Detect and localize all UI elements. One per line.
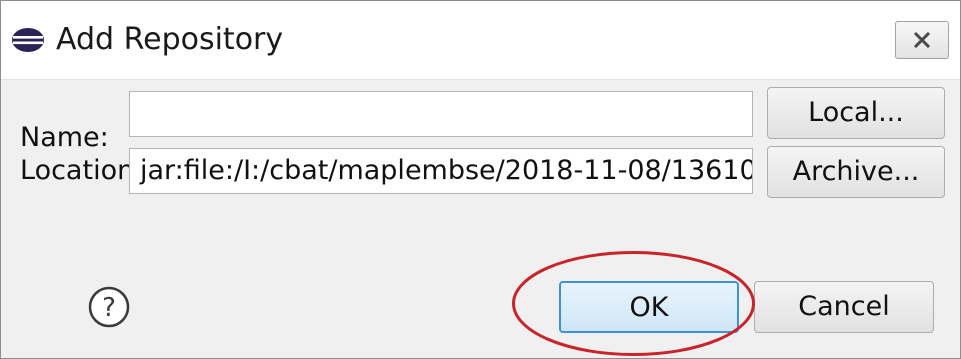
location-input[interactable]: jar:file:/I:/cbat/maplembse/2018-11-08/1… [129,148,753,194]
close-icon [913,32,931,48]
cancel-button[interactable]: Cancel [754,281,934,333]
name-label: Name: [20,122,109,153]
window-title: Add Repository [56,22,284,57]
close-button[interactable] [895,21,949,59]
local-button[interactable]: Local... [767,87,945,139]
eclipse-icon [10,27,46,53]
name-input[interactable] [129,91,753,137]
title-bar: Add Repository [1,1,960,80]
help-icon[interactable]: ? [87,285,131,329]
add-repository-dialog: Add Repository Name: Local... Location: … [0,0,961,359]
ok-button[interactable]: OK [559,281,739,333]
location-label: Location: [20,155,144,186]
svg-text:?: ? [102,293,116,323]
archive-button[interactable]: Archive... [767,146,945,198]
